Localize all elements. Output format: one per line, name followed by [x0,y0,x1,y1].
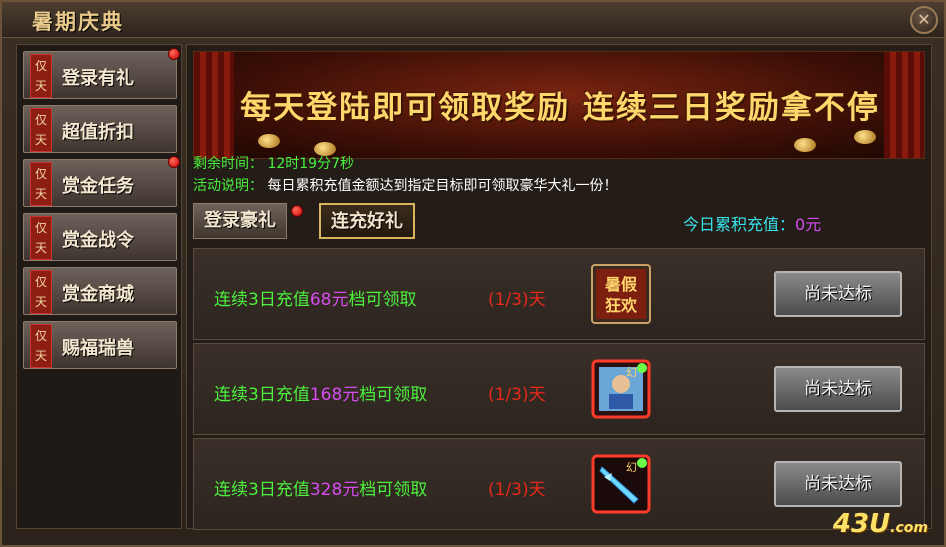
remaining-time-label: 剩余时间： [193,156,263,172]
sidebar-item-discount[interactable]: 仅天 超值折扣 [23,105,177,153]
title-bar: 暑期庆典 ✕ [2,2,944,38]
sidebar-item-bounty-shop[interactable]: 仅天 赏金商城 [23,267,177,315]
event-content-panel: 每天登陆即可领取奖励 连续三日奖励拿不停 剩余时间： 12时19分7秒 活动说明… [186,44,932,530]
svg-text:暑假: 暑假 [604,275,638,294]
condition-prefix: 连续3日充值 [214,290,310,310]
reward-row: 连续3日充值68元档可领取 (1/3)天 暑假 狂欢 尚未达标 [193,248,925,340]
reward-progress: (1/3)天 [488,290,546,310]
limited-time-tag: 仅天 [30,108,52,152]
item-badge: 幻 [626,461,637,474]
watermark-text: 43U [832,509,891,539]
today-recharge-label: 今日累积充值： [683,215,796,234]
condition-prefix: 连续3日充值 [214,385,310,405]
reward-condition: 连续3日充值328元档可领取 [214,475,427,500]
limited-time-tag: 仅天 [30,324,52,368]
remaining-time: 剩余时间： 12时19分7秒 [193,153,354,173]
today-recharge-total: 今日累积充值：0元 [683,211,821,235]
condition-amount: 168元 [309,385,360,405]
svg-text:狂欢: 狂欢 [605,296,638,315]
illusion-character-card-icon[interactable]: 幻 [590,358,652,420]
remaining-time-value: 12时19分7秒 [267,156,354,172]
today-recharge-amount: 0元 [795,215,822,234]
event-description: 活动说明： 每日累积充值金额达到指定目标即可领取豪华大礼一份！ [193,175,617,195]
event-sidebar: 仅天 登录有礼 仅天 超值折扣 仅天 赏金任务 仅天 赏金战令 仅天 赏金商城 … [16,44,182,529]
condition-suffix: 档可领取 [359,480,428,500]
tab-login-gift[interactable]: 登录豪礼 [193,203,287,239]
limited-time-tag: 仅天 [30,54,52,98]
event-window: 暑期庆典 ✕ 仅天 登录有礼 仅天 超值折扣 仅天 赏金任务 仅天 赏金战令 仅… [0,0,946,547]
notice-dot-icon [168,156,180,168]
condition-suffix: 档可领取 [359,385,428,405]
gold-coin-icon [854,130,876,144]
reward-progress: (1/3)天 [488,480,546,500]
reward-row: 连续3日充值328元档可领取 (1/3)天 幻 尚未达标 [193,438,925,530]
event-description-text: 每日累积充值金额达到指定目标即可领取豪华大礼一份！ [267,178,618,194]
gold-coin-icon [258,134,280,148]
limited-time-tag: 仅天 [30,162,52,206]
sidebar-item-blessed-beast[interactable]: 仅天 赐福瑞兽 [23,321,177,369]
sidebar-item-bounty-task[interactable]: 仅天 赏金任务 [23,156,180,207]
sidebar-item-label: 赏金战令 [62,230,134,251]
not-reached-button[interactable]: 尚未达标 [774,461,902,507]
reward-row: 连续3日充值168元档可领取 (1/3)天 幻 尚未达标 [193,343,925,435]
summer-carnival-scroll-icon[interactable]: 暑假 狂欢 [590,263,652,325]
condition-suffix: 档可领取 [348,290,417,310]
reward-condition: 连续3日充值168元档可领取 [214,380,427,405]
illusion-blade-icon[interactable]: 幻 [590,453,652,515]
sidebar-item-login-gift[interactable]: 仅天 登录有礼 [23,48,180,99]
limited-time-tag: 仅天 [30,216,52,260]
tab-recharge-gift[interactable]: 连充好礼 [319,203,415,239]
not-reached-button[interactable]: 尚未达标 [774,366,902,412]
watermark-sub: .com [890,520,928,536]
close-button[interactable]: ✕ [910,6,938,34]
condition-prefix: 连续3日充值 [214,480,310,500]
sidebar-item-label: 赐福瑞兽 [62,338,134,359]
event-banner: 每天登陆即可领取奖励 连续三日奖励拿不停 [193,51,925,159]
event-description-label: 活动说明： [193,178,263,194]
sidebar-item-label: 超值折扣 [62,122,134,143]
notice-dot-icon [291,205,303,217]
not-reached-button[interactable]: 尚未达标 [774,271,902,317]
banner-headline: 每天登陆即可领取奖励 连续三日奖励拿不停 [240,90,880,126]
reward-condition: 连续3日充值68元档可领取 [214,285,416,310]
window-title: 暑期庆典 [32,9,124,34]
item-badge: 幻 [626,366,637,379]
site-watermark-logo: 43U.com [833,509,928,539]
gold-coin-icon [794,138,816,152]
sidebar-item-bounty-pass[interactable]: 仅天 赏金战令 [23,213,177,261]
condition-amount: 68元 [309,290,349,310]
condition-amount: 328元 [309,480,360,500]
notice-dot-icon [168,48,180,60]
reward-progress: (1/3)天 [488,385,546,405]
sidebar-item-label: 赏金商城 [62,284,134,305]
limited-time-tag: 仅天 [30,270,52,314]
sidebar-item-label: 赏金任务 [62,176,134,197]
sidebar-item-label: 登录有礼 [62,68,134,89]
